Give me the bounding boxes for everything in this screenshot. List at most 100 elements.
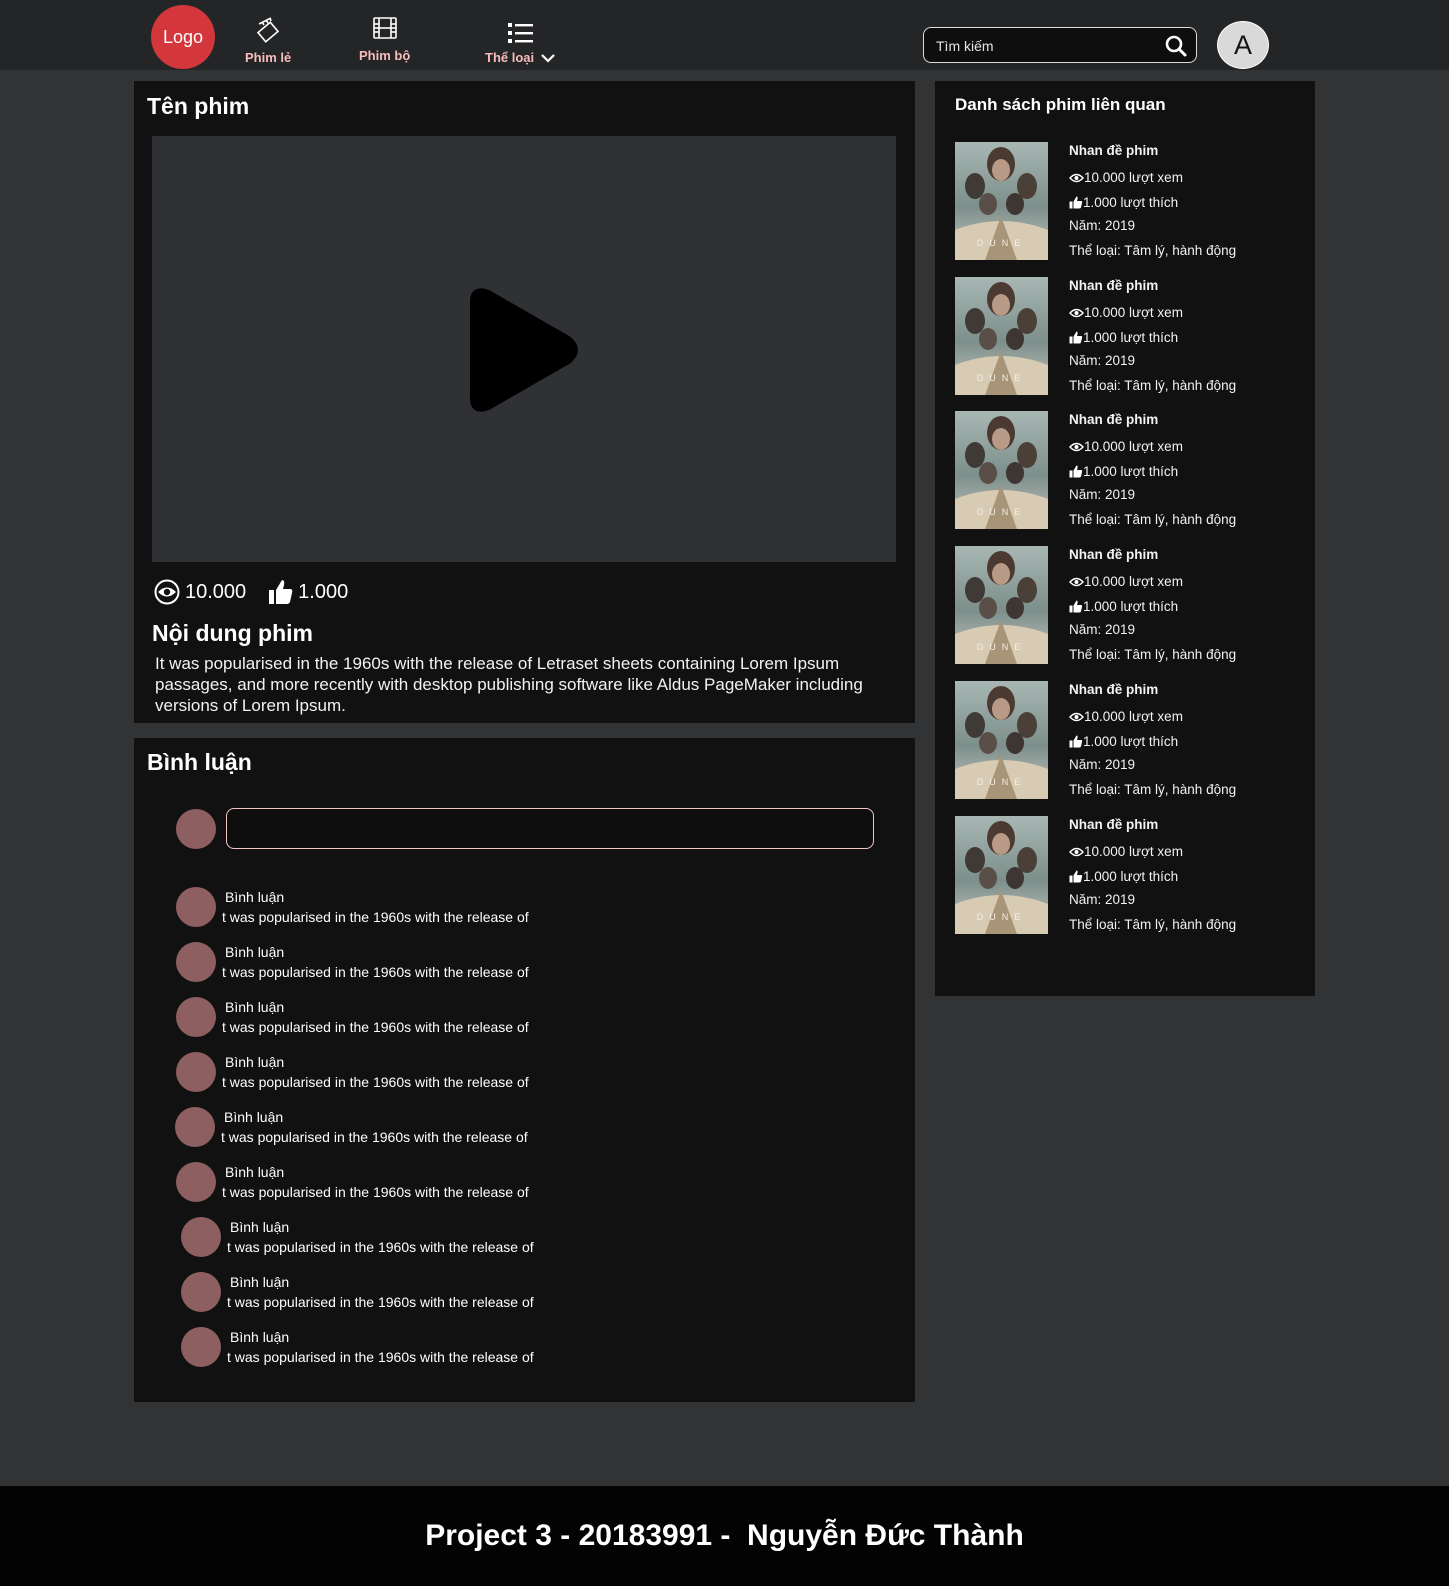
related-views: 10.000 lượt xem xyxy=(1069,170,1183,185)
related-likes-text: 1.000 lượt thích xyxy=(1083,195,1179,210)
related-movie-item[interactable]: DUNE Nhan đề phim 10.000 lượt xem 1.000 lượ… xyxy=(955,411,1295,533)
related-year: Năm: 2019 xyxy=(1069,218,1136,233)
related-views: 10.000 lượt xem xyxy=(1069,305,1183,320)
related-likes: 1.000 lượt thích xyxy=(1069,734,1178,749)
related-year: Năm: 2019 xyxy=(1069,487,1136,502)
thumbs-up-icon xyxy=(1069,870,1083,883)
related-likes-text: 1.000 lượt thích xyxy=(1083,599,1179,614)
related-year: Năm: 2019 xyxy=(1069,353,1136,368)
related-genre: Thể loại: Tâm lý, hành động xyxy=(1069,917,1237,932)
related-views-text: 10.000 lượt xem xyxy=(1084,844,1183,859)
film-reel-icon xyxy=(372,17,397,39)
related-likes-text: 1.000 lượt thích xyxy=(1083,734,1179,749)
movie-poster[interactable]: DUNE xyxy=(955,142,1048,260)
related-genre: Thể loại: Tâm lý, hành động xyxy=(1069,782,1237,797)
related-title: Nhan đề phim xyxy=(1069,817,1159,832)
comment-avatar xyxy=(176,1052,216,1092)
comment-text: t was popularised in the 1960s with the … xyxy=(227,1349,534,1365)
related-genre: Thể loại: Tâm lý, hành động xyxy=(1069,647,1237,662)
related-likes-text: 1.000 lượt thích xyxy=(1083,330,1179,345)
comment-avatar xyxy=(176,997,216,1037)
related-year: Năm: 2019 xyxy=(1069,622,1136,637)
related-likes: 1.000 lượt thích xyxy=(1069,330,1178,345)
related-title: Nhan đề phim xyxy=(1069,412,1159,427)
movie-poster[interactable]: DUNE xyxy=(955,411,1048,529)
related-likes-text: 1.000 lượt thích xyxy=(1083,464,1179,479)
related-views: 10.000 lượt xem xyxy=(1069,439,1183,454)
related-movie-item[interactable]: DUNE Nhan đề phim 10.000 lượt xem 1.000 lượ… xyxy=(955,546,1295,668)
comment-author: Bình luận xyxy=(230,1219,290,1235)
eye-icon xyxy=(1069,173,1084,182)
nav-phim-le[interactable]: Phim lẻ xyxy=(245,14,291,65)
related-year: Năm: 2019 xyxy=(1069,892,1136,907)
search-input[interactable] xyxy=(934,34,1163,58)
comment-avatar xyxy=(181,1272,221,1312)
comment-avatar xyxy=(176,887,216,927)
comment-avatar xyxy=(175,1107,215,1147)
user-avatar[interactable]: A xyxy=(1217,21,1269,69)
top-navbar: Logo Phim lẻ Phim bộ Thể loại Tìm kiếm A xyxy=(0,0,1449,70)
eye-icon xyxy=(1069,577,1084,586)
related-movie-item[interactable]: DUNE Nhan đề phim 10.000 lượt xem 1.000 lượ… xyxy=(955,681,1295,803)
comment-author: Bình luận xyxy=(225,944,285,960)
comment-avatar xyxy=(181,1327,221,1367)
comment-author: Bình luận xyxy=(225,1164,285,1180)
thumbs-up-icon xyxy=(269,580,293,604)
footer-text: Project 3 - 20183991 - Nguyễn Đức Thành xyxy=(425,1519,1024,1552)
eye-icon xyxy=(1069,847,1084,856)
comment-input[interactable] xyxy=(226,808,874,849)
thumbs-up-icon xyxy=(1069,735,1083,748)
poster-text: DUNE xyxy=(977,777,1027,787)
comment-text: t was popularised in the 1960s with the … xyxy=(227,1294,534,1310)
movie-stats: 10.000 1.000 xyxy=(153,578,370,606)
related-title: Nhan đề phim xyxy=(1069,682,1159,697)
chevron-down-icon xyxy=(541,53,555,63)
related-views-text: 10.000 lượt xem xyxy=(1084,305,1183,320)
movie-panel: Tên phim 10.000 1.000 Nội dung phim It w… xyxy=(134,81,915,723)
related-movie-item[interactable]: DUNE Nhan đề phim 10.000 lượt xem 1.000 lượ… xyxy=(955,142,1295,264)
nav-label: Thể loại xyxy=(485,50,535,65)
related-likes: 1.000 lượt thích xyxy=(1069,599,1178,614)
list-icon xyxy=(508,23,534,43)
comment-author: Bình luận xyxy=(225,999,285,1015)
related-likes: 1.000 lượt thích xyxy=(1069,869,1178,884)
comment-author: Bình luận xyxy=(230,1274,290,1290)
related-genre: Thể loại: Tâm lý, hành động xyxy=(1069,378,1237,393)
poster-text: DUNE xyxy=(977,507,1027,517)
related-genre: Thể loại: Tâm lý, hành động xyxy=(1069,243,1237,258)
comment-text: t was popularised in the 1960s with the … xyxy=(227,1239,534,1255)
nav-the-loai[interactable]: Thể loại xyxy=(485,20,557,65)
related-genre: Thể loại: Tâm lý, hành động xyxy=(1069,512,1237,527)
comment-avatar xyxy=(176,942,216,982)
clapperboard-icon xyxy=(257,17,280,43)
eye-icon xyxy=(154,579,180,605)
logo[interactable]: Logo xyxy=(151,5,215,69)
related-views-text: 10.000 lượt xem xyxy=(1084,439,1183,454)
comment-text: t was popularised in the 1960s with the … xyxy=(222,1184,529,1200)
comment-author: Bình luận xyxy=(224,1109,284,1125)
movie-poster[interactable]: DUNE xyxy=(955,546,1048,664)
related-likes-text: 1.000 lượt thích xyxy=(1083,869,1179,884)
thumbs-up-icon xyxy=(1069,465,1083,478)
play-icon[interactable] xyxy=(464,284,582,416)
comment-author: Bình luận xyxy=(225,1054,285,1070)
eye-icon xyxy=(1069,712,1084,721)
thumbs-up-icon xyxy=(1069,600,1083,613)
movie-poster[interactable]: DUNE xyxy=(955,816,1048,934)
logo-text: Logo xyxy=(162,26,204,47)
related-movie-item[interactable]: DUNE Nhan đề phim 10.000 lượt xem 1.000 lượ… xyxy=(955,816,1295,938)
poster-text: DUNE xyxy=(977,912,1027,922)
search-box xyxy=(923,27,1197,63)
search-icon[interactable] xyxy=(1164,34,1188,58)
nav-phim-bo[interactable]: Phim bộ xyxy=(359,14,410,63)
movie-poster[interactable]: DUNE xyxy=(955,681,1048,799)
comments-heading: Bình luận xyxy=(147,749,252,775)
video-player[interactable] xyxy=(152,136,896,562)
related-views-text: 10.000 lượt xem xyxy=(1084,170,1183,185)
related-movie-item[interactable]: DUNE Nhan đề phim 10.000 lượt xem 1.000 lượ… xyxy=(955,277,1295,399)
view-count-value: 10.000 xyxy=(185,580,247,603)
related-title: Nhan đề phim xyxy=(1069,278,1159,293)
related-likes: 1.000 lượt thích xyxy=(1069,195,1178,210)
like-count[interactable]: 1.000 xyxy=(268,578,348,606)
movie-poster[interactable]: DUNE xyxy=(955,277,1048,395)
